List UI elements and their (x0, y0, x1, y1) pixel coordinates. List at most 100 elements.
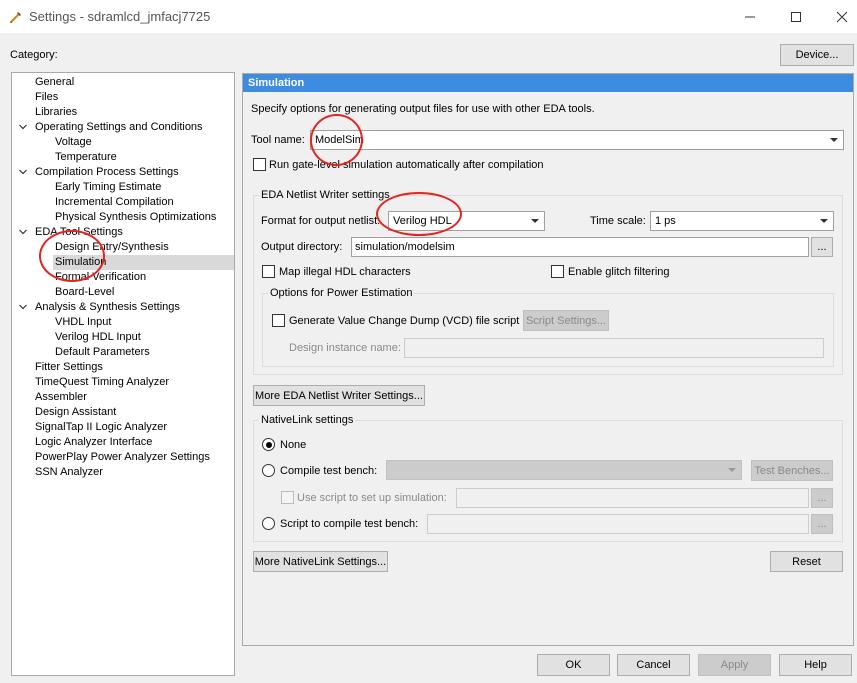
power-group-label: Options for Power Estimation (268, 286, 415, 300)
tree-item-label: Compilation Process Settings (35, 166, 179, 178)
use-script-input[interactable] (456, 488, 809, 508)
window-title: Settings - sdramlcd_jmfacj7725 (29, 9, 211, 24)
tree-item[interactable]: Incremental Compilation (12, 195, 232, 210)
device-button[interactable]: Device... (780, 44, 854, 66)
tree-item[interactable]: Files (12, 90, 232, 105)
use-script-browse-button[interactable]: ... (811, 488, 833, 508)
tree-item-label: SSN Analyzer (35, 466, 103, 478)
netlist-group-label: EDA Netlist Writer settings (259, 188, 392, 202)
script-compile-input[interactable] (427, 514, 809, 534)
none-radio[interactable] (262, 438, 275, 451)
chevron-down-icon[interactable] (18, 120, 28, 135)
tree-item-label: Formal Verification (55, 271, 147, 283)
tree-item[interactable]: Formal Verification (12, 270, 232, 285)
tree-item[interactable]: Analysis & Synthesis Settings (12, 300, 232, 315)
cancel-button[interactable]: Cancel (617, 654, 690, 676)
tree-item[interactable]: TimeQuest Timing Analyzer (12, 375, 232, 390)
tree-item-label: Logic Analyzer Interface (35, 436, 153, 448)
tree-item-label: Assembler (35, 391, 87, 403)
more-netlist-settings-button[interactable]: More EDA Netlist Writer Settings... (253, 385, 425, 406)
tree-item-label: Temperature (55, 151, 117, 163)
tree-item-label: Default Parameters (55, 346, 150, 358)
tree-item[interactable]: EDA Tool Settings (12, 225, 232, 240)
script-compile-radio[interactable] (262, 517, 275, 530)
tree-item-label: Board-Level (55, 286, 115, 298)
design-instance-label: Design instance name: (289, 342, 401, 354)
chevron-down-icon[interactable] (18, 165, 28, 180)
tree-item-label: Operating Settings and Conditions (35, 121, 203, 133)
test-benches-button[interactable]: Test Benches... (751, 460, 833, 481)
tree-item-label: Design Assistant (35, 406, 117, 418)
script-compile-browse-button[interactable]: ... (811, 514, 833, 534)
use-script-checkbox[interactable] (281, 491, 294, 504)
tree-item-label: VHDL Input (55, 316, 112, 328)
tree-item[interactable]: SSN Analyzer (12, 465, 232, 480)
tree-item[interactable]: PowerPlay Power Analyzer Settings (12, 450, 232, 465)
tree-item[interactable]: Logic Analyzer Interface (12, 435, 232, 450)
format-dropdown[interactable]: Verilog HDL (388, 211, 545, 231)
tree-item-label: PowerPlay Power Analyzer Settings (35, 451, 210, 463)
minimize-icon (745, 16, 755, 17)
category-label: Category: (10, 49, 58, 61)
chevron-down-icon (531, 219, 539, 223)
design-instance-input[interactable] (404, 338, 824, 358)
tree-item-label: Analysis & Synthesis Settings (35, 301, 180, 313)
maximize-button[interactable] (773, 0, 819, 33)
tree-item[interactable]: Physical Synthesis Optimizations (12, 210, 232, 225)
timescale-dropdown[interactable]: 1 ps (650, 211, 834, 231)
tree-item[interactable]: Libraries (12, 105, 232, 120)
close-button[interactable] (819, 0, 857, 33)
tree-item[interactable]: Verilog HDL Input (12, 330, 232, 345)
chevron-down-icon[interactable] (18, 300, 28, 315)
chevron-down-icon[interactable] (18, 225, 28, 240)
tree-item[interactable]: Assembler (12, 390, 232, 405)
timescale-value: 1 ps (655, 215, 676, 227)
tree-item[interactable]: Compilation Process Settings (12, 165, 232, 180)
run-gate-level-label: Run gate-level simulation automatically … (269, 159, 544, 171)
tree-item-label: Design Entry/Synthesis (55, 241, 169, 253)
tool-name-dropdown[interactable]: ModelSim (310, 130, 844, 150)
tree-item[interactable]: SignalTap II Logic Analyzer (12, 420, 232, 435)
run-gate-level-checkbox[interactable] (253, 158, 266, 171)
tree-item[interactable]: Early Timing Estimate (12, 180, 232, 195)
tree-item[interactable]: Default Parameters (12, 345, 232, 360)
ok-button[interactable]: OK (537, 654, 610, 676)
category-tree[interactable]: General Files Libraries Operating Settings … (11, 72, 235, 676)
format-value: Verilog HDL (393, 215, 452, 227)
tree-item[interactable]: Design Assistant (12, 405, 232, 420)
map-illegal-checkbox[interactable] (262, 265, 275, 278)
close-icon (836, 11, 848, 22)
script-settings-button[interactable]: Script Settings... (523, 310, 609, 331)
chevron-down-icon (820, 219, 828, 223)
tool-name-value: ModelSim (315, 134, 364, 146)
glitch-label: Enable glitch filtering (568, 266, 670, 278)
tree-item[interactable]: Board-Level (12, 285, 232, 300)
glitch-checkbox[interactable] (551, 265, 564, 278)
more-nativelink-settings-button[interactable]: More NativeLink Settings... (253, 551, 388, 572)
tree-item[interactable]: Operating Settings and Conditions (12, 120, 232, 135)
panel-description: Specify options for generating output fi… (251, 103, 595, 115)
tree-item[interactable]: Design Entry/Synthesis (12, 240, 232, 255)
chevron-down-icon (830, 138, 838, 142)
compile-tb-dropdown[interactable] (386, 460, 742, 480)
tree-item-label: Fitter Settings (35, 361, 103, 373)
none-label: None (280, 439, 307, 451)
outdir-input[interactable]: simulation/modelsim (351, 237, 809, 257)
tree-item[interactable]: Simulation (53, 255, 234, 270)
outdir-label: Output directory: (261, 241, 343, 253)
tree-item[interactable]: VHDL Input (12, 315, 232, 330)
vcd-checkbox[interactable] (272, 314, 285, 327)
nativelink-group-label: NativeLink settings (259, 413, 356, 427)
apply-button[interactable]: Apply (698, 654, 771, 676)
outdir-browse-button[interactable]: ... (811, 237, 833, 257)
tree-item[interactable]: Fitter Settings (12, 360, 232, 375)
tree-item[interactable]: General (12, 75, 232, 90)
tree-item-label: EDA Tool Settings (35, 226, 123, 238)
maximize-icon (791, 11, 801, 22)
tree-item[interactable]: Voltage (12, 135, 232, 150)
reset-button[interactable]: Reset (770, 551, 843, 572)
compile-tb-radio[interactable] (262, 464, 275, 477)
help-button[interactable]: Help (779, 654, 852, 676)
tree-item[interactable]: Temperature (12, 150, 232, 165)
minimize-button[interactable] (727, 0, 773, 33)
